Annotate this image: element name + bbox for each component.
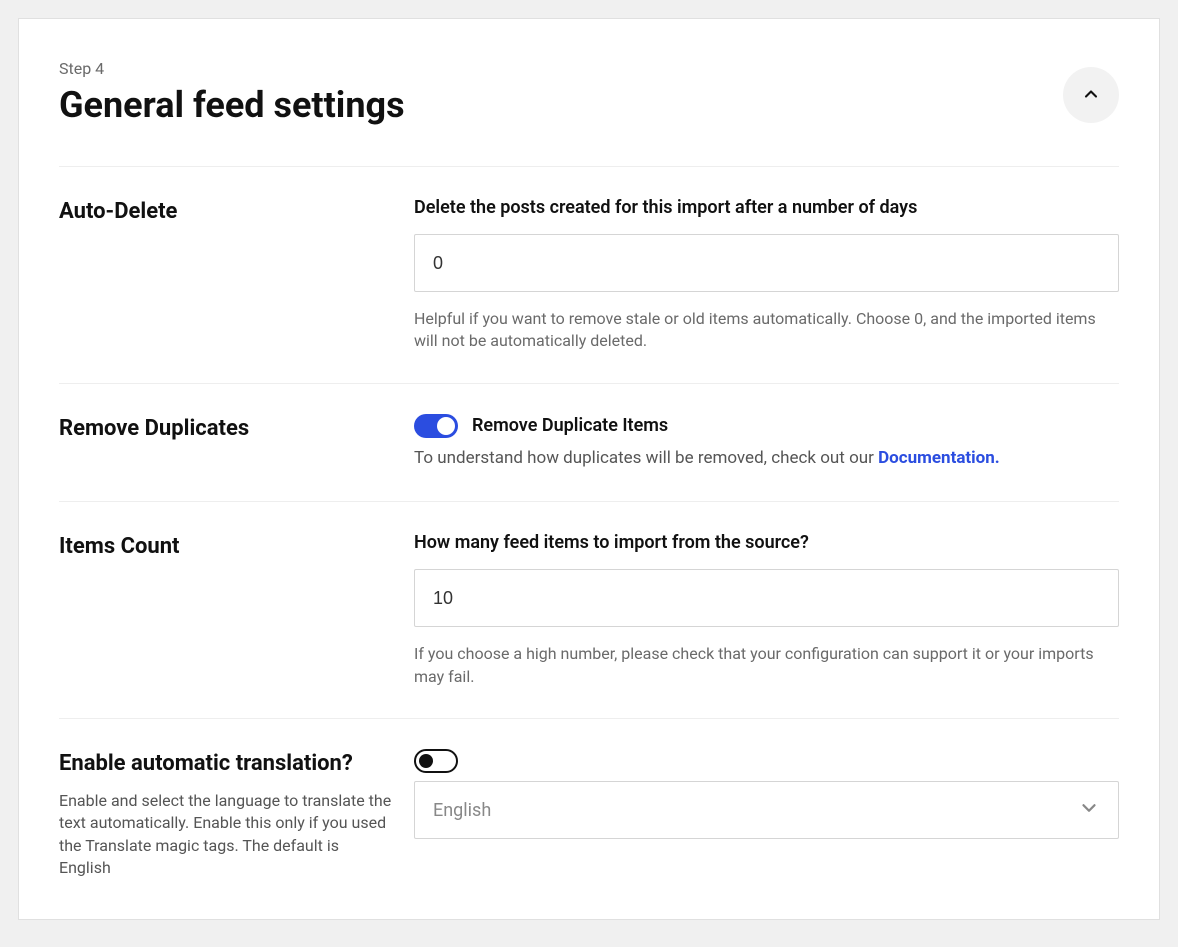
panel-title: General feed settings [59, 84, 405, 126]
row-left: Remove Duplicates [59, 414, 414, 472]
items-count-field-label: How many feed items to import from the s… [414, 532, 1119, 553]
documentation-link[interactable]: Documentation. [878, 448, 1000, 468]
remove-duplicates-toggle-label: Remove Duplicate Items [472, 415, 668, 436]
language-select-wrap: English [414, 781, 1119, 839]
remove-duplicates-toggle[interactable] [414, 414, 458, 438]
row-right: How many feed items to import from the s… [414, 532, 1119, 688]
auto-delete-label: Auto-Delete [59, 197, 394, 228]
translation-label: Enable automatic translation? [59, 749, 394, 780]
auto-delete-input[interactable] [414, 234, 1119, 292]
translation-row: Enable automatic translation? Enable and… [59, 719, 1119, 889]
auto-delete-field-label: Delete the posts created for this import… [414, 197, 1119, 218]
remove-duplicates-help-prefix: To understand how duplicates will be rem… [414, 448, 878, 468]
auto-delete-row: Auto-Delete Delete the posts created for… [59, 167, 1119, 384]
remove-duplicates-row: Remove Duplicates Remove Duplicate Items… [59, 384, 1119, 503]
translation-toggle-row [414, 749, 1119, 773]
remove-duplicates-toggle-row: Remove Duplicate Items [414, 414, 1119, 438]
step-label: Step 4 [59, 59, 405, 78]
collapse-button[interactable] [1063, 67, 1119, 123]
translation-toggle[interactable] [414, 749, 458, 773]
panel-header: Step 4 General feed settings [59, 59, 1119, 167]
row-right: Delete the posts created for this import… [414, 197, 1119, 353]
items-count-label: Items Count [59, 532, 394, 563]
language-select[interactable]: English [414, 781, 1119, 839]
items-count-row: Items Count How many feed items to impor… [59, 502, 1119, 719]
chevron-down-icon [1078, 797, 1100, 824]
items-count-help: If you choose a high number, please chec… [414, 643, 1119, 688]
settings-panel: Step 4 General feed settings Auto-Delete… [18, 18, 1160, 920]
row-left: Enable automatic translation? Enable and… [59, 749, 414, 879]
remove-duplicates-help: To understand how duplicates will be rem… [414, 446, 1119, 472]
row-left: Items Count [59, 532, 414, 688]
panel-header-text: Step 4 General feed settings [59, 59, 405, 126]
row-right: Remove Duplicate Items To understand how… [414, 414, 1119, 472]
row-right: English [414, 749, 1119, 879]
chevron-up-icon [1081, 84, 1101, 107]
language-select-value: English [433, 800, 491, 821]
translation-desc: Enable and select the language to transl… [59, 790, 394, 880]
remove-duplicates-label: Remove Duplicates [59, 414, 394, 445]
row-left: Auto-Delete [59, 197, 414, 353]
auto-delete-help: Helpful if you want to remove stale or o… [414, 308, 1119, 353]
items-count-input[interactable] [414, 569, 1119, 627]
